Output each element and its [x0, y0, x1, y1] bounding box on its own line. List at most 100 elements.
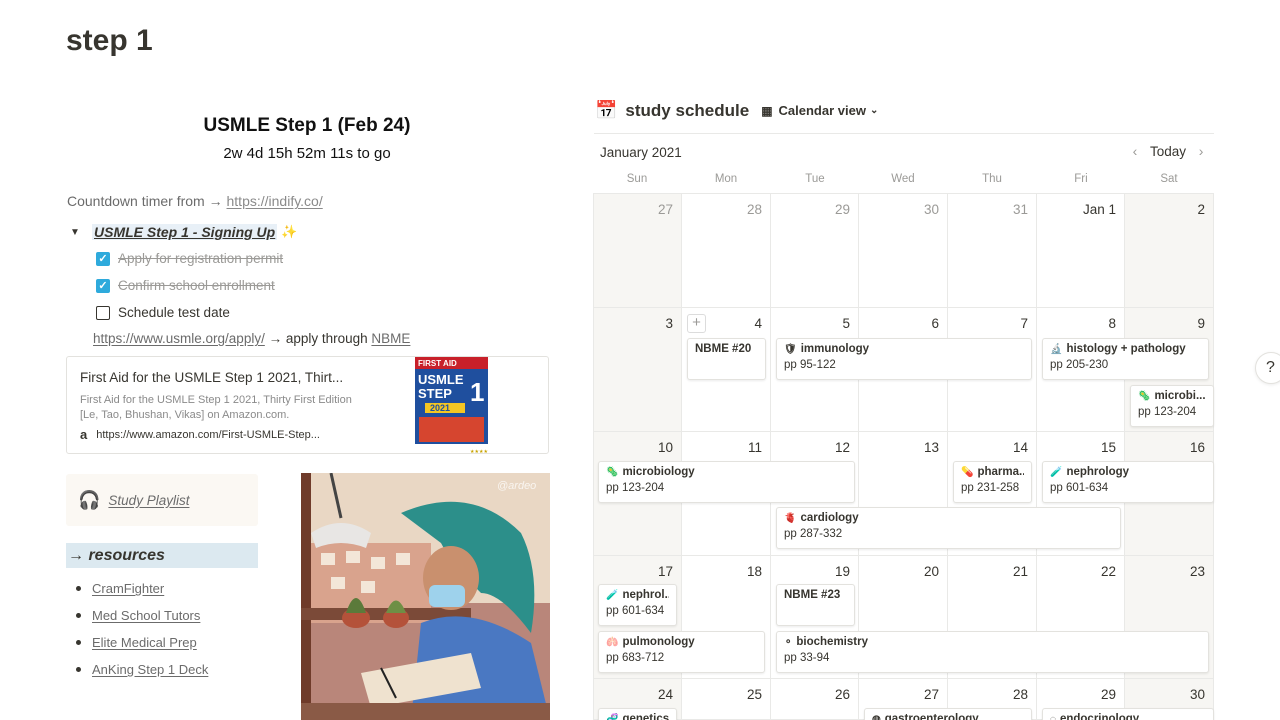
chevron-left-icon[interactable]: ‹: [1126, 143, 1144, 159]
calendar-event[interactable]: 🧪 nephrology pp 601-634: [1042, 461, 1214, 503]
bullet-icon: [76, 586, 81, 591]
calendar-day-cell[interactable]: 30: [859, 193, 948, 308]
microbe-icon: 🦠: [606, 466, 619, 478]
resource-link[interactable]: AnKing Step 1 Deck: [92, 662, 208, 677]
day-number: 14: [1012, 440, 1028, 455]
help-button[interactable]: ?: [1255, 352, 1280, 384]
add-event-icon[interactable]: +: [687, 314, 706, 333]
checkbox-checked[interactable]: ✓: [96, 251, 110, 266]
resources-list: CramFighter Med School Tutors Elite Medi…: [76, 575, 208, 683]
chevron-right-icon[interactable]: ›: [1192, 143, 1210, 159]
cover-step-text: STEP: [418, 386, 452, 401]
event-pages: pp 123-204: [606, 482, 665, 494]
list-item[interactable]: CramFighter: [76, 575, 208, 602]
calendar-event[interactable]: 🫁 pulmonology pp 683-712: [598, 631, 765, 673]
calendar-day-cell[interactable]: 29: [771, 193, 859, 308]
usmle-apply-link[interactable]: https://www.usmle.org/apply/: [93, 331, 265, 346]
day-number: 23: [1189, 564, 1205, 579]
calendar-day-cell[interactable]: 31: [948, 193, 1037, 308]
day-number: 6: [931, 316, 939, 331]
bookmark-description: First Aid for the USMLE Step 1 2021, Thi…: [80, 394, 352, 421]
day-number: 9: [1197, 316, 1205, 331]
database-header: 📅 study schedule ▦ Calendar view ⌄: [595, 100, 878, 121]
day-number: 16: [1189, 440, 1205, 455]
svg-text:★★★★★: ★★★★★: [470, 449, 488, 454]
day-number: 27: [657, 202, 673, 217]
checkbox-unchecked[interactable]: [96, 305, 110, 320]
checkbox-checked[interactable]: ✓: [96, 278, 110, 293]
list-item[interactable]: Med School Tutors: [76, 602, 208, 629]
calendar-nav: ‹ Today ›: [1126, 143, 1210, 159]
dna-icon: 🧬: [606, 713, 619, 720]
day-number: 12: [834, 440, 850, 455]
event-title-text: biochemistry: [796, 636, 868, 648]
list-item[interactable]: AnKing Step 1 Deck: [76, 656, 208, 683]
day-number: 26: [834, 687, 850, 702]
event-title: 🫀 cardiology: [784, 512, 1113, 524]
calendar-event[interactable]: 🧬 genetics: [598, 708, 677, 720]
todo-label: Confirm school enrollment: [118, 278, 275, 293]
calendar-event[interactable]: NBME #23: [776, 584, 855, 626]
calendar-day-cell[interactable]: 25: [682, 679, 771, 720]
calendar-day-cell[interactable]: 3: [593, 308, 682, 432]
event-pages: pp 287-332: [784, 528, 843, 540]
event-title-text: pharma...: [977, 466, 1024, 478]
event-pages: pp 33-94: [784, 652, 830, 664]
weekday-fri: Fri: [1074, 173, 1088, 185]
event-title: 🧪 nephrology: [1050, 466, 1206, 478]
nbme-link[interactable]: NBME: [371, 331, 410, 346]
day-number: 25: [746, 687, 762, 702]
signing-up-toggle[interactable]: ▼ USMLE Step 1 - Signing Up ✨: [70, 224, 297, 240]
resource-link[interactable]: Med School Tutors: [92, 608, 200, 623]
day-number: 28: [746, 202, 762, 217]
calendar-event[interactable]: 🦠 microbiology pp 123-204: [598, 461, 855, 503]
calendar-event[interactable]: 🫀 cardiology pp 287-332: [776, 507, 1121, 549]
event-title-text: immunology: [800, 343, 870, 355]
resource-link[interactable]: Elite Medical Prep: [92, 635, 197, 650]
calendar-event[interactable]: 💊 pharma... pp 231-258: [953, 461, 1032, 503]
resource-link[interactable]: CramFighter: [92, 581, 164, 596]
database-title[interactable]: study schedule: [625, 101, 749, 121]
calendar-event[interactable]: 🔬 histology + pathology pp 205-230: [1042, 338, 1209, 380]
heart-icon: 🫀: [784, 512, 797, 524]
day-number: 13: [923, 440, 939, 455]
resources-heading: → resources: [66, 543, 258, 568]
event-title-text: NBME #23: [784, 589, 841, 601]
event-title: 🔬 histology + pathology: [1050, 343, 1201, 355]
calendar-day-cell[interactable]: Jan 1: [1037, 193, 1125, 308]
cover-num-text: 1: [470, 377, 484, 407]
calendar-view-icon: ▦: [761, 103, 773, 118]
calendar-day-cell[interactable]: 28: [682, 193, 771, 308]
countdown-title: USMLE Step 1 (Feb 24): [203, 115, 411, 136]
calendar-event[interactable]: ◌ endocrinology: [1042, 708, 1214, 720]
calendar-event[interactable]: 🧪nephrol... pp 601-634: [598, 584, 677, 626]
toggle-triangle-icon[interactable]: ▼: [70, 227, 92, 238]
calendar-event[interactable]: NBME #20: [687, 338, 766, 380]
calendar-day-cell[interactable]: 27: [593, 193, 682, 308]
indify-link[interactable]: https://indify.co/: [227, 193, 323, 209]
countdown-source-prefix: Countdown timer from →: [67, 193, 227, 209]
event-title-text: cardiology: [800, 512, 859, 524]
calendar-day-cell[interactable]: 2: [1125, 193, 1214, 308]
day-number: 28: [1012, 687, 1028, 702]
view-switcher[interactable]: ▦ Calendar view ⌄: [761, 103, 878, 118]
event-title-text: genetics: [622, 713, 669, 720]
event-title-text: gastroenterology: [884, 713, 979, 720]
calendar-event[interactable]: 🦠 microbi... pp 123-204: [1130, 385, 1214, 427]
bullet-icon: [76, 667, 81, 672]
day-number: 21: [1012, 564, 1028, 579]
weekday-sun: Sun: [626, 173, 648, 185]
day-number: 18: [746, 564, 762, 579]
amazon-bookmark[interactable]: First Aid for the USMLE Step 1 2021, Thi…: [66, 356, 549, 454]
calendar-event[interactable]: 🛡 immunology pp 95-122: [776, 338, 1032, 380]
calendar-event[interactable]: ⚬ biochemistry pp 33-94: [776, 631, 1209, 673]
day-number: 3: [665, 316, 673, 331]
list-item[interactable]: Elite Medical Prep: [76, 629, 208, 656]
stomach-icon: ◍: [872, 713, 881, 720]
calendar-day-cell[interactable]: 26: [771, 679, 859, 720]
study-playlist-link[interactable]: 🎧 Study Playlist: [66, 474, 258, 526]
event-title: 🧪nephrol...: [606, 589, 669, 601]
calendar-event[interactable]: ◍ gastroenterology: [864, 708, 1032, 720]
day-number: 24: [657, 687, 673, 702]
today-button[interactable]: Today: [1150, 144, 1186, 159]
